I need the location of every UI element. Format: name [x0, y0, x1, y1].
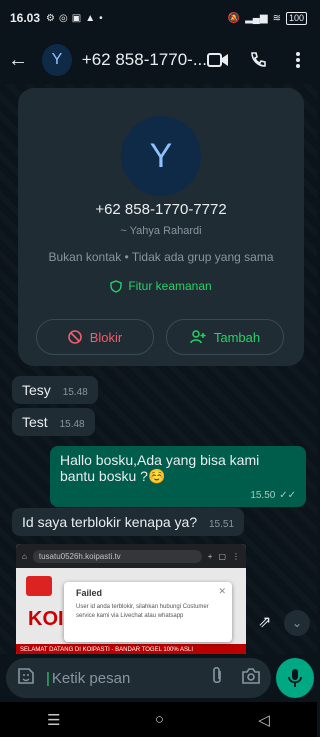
settings-icon: ⚙ — [46, 12, 55, 24]
sticker-icon[interactable] — [16, 666, 36, 691]
message-bubble-outgoing[interactable]: Hallo bosku,Ada yang bisa kami bantu bos… — [50, 446, 306, 507]
menu-icon: ⋮ — [232, 551, 240, 561]
contact-info: Bukan kontak • Tidak ada grup yang sama — [48, 250, 274, 264]
message-text: Tesy — [22, 382, 51, 398]
video-call-icon[interactable] — [207, 49, 229, 71]
recent-apps-icon[interactable]: ☰ — [47, 711, 60, 729]
message-time: 15.50 — [250, 490, 276, 501]
security-label: Fitur keamanan — [128, 279, 212, 293]
message-bubble[interactable]: Test 15.48 — [12, 408, 95, 436]
whatsapp-icon: ◎ — [59, 12, 68, 24]
message-time: 15.51 — [209, 519, 235, 530]
composer: Ketik pesan — [0, 654, 317, 702]
read-ticks-icon: ✓✓ — [279, 490, 296, 501]
home-icon: ⌂ — [22, 551, 27, 561]
block-icon — [67, 330, 82, 344]
forward-icon[interactable]: ⇗ — [258, 612, 278, 632]
message-text: Hallo bosku,Ada yang bisa kami bantu bos… — [60, 452, 260, 484]
tabs-icon: ▢ — [218, 551, 226, 561]
phone-call-icon[interactable] — [247, 49, 269, 71]
mic-button[interactable] — [276, 658, 314, 698]
attach-icon[interactable] — [211, 666, 223, 691]
add-label: Tambah — [213, 329, 261, 345]
scroll-down-icon[interactable]: ⌄ — [284, 610, 310, 636]
message-bubble[interactable]: Id saya terblokir kenapa ya? 15.51 — [12, 508, 245, 536]
message-placeholder: Ketik pesan — [46, 670, 211, 687]
home-button-icon[interactable]: ○ — [155, 711, 164, 728]
browser-bar: ⌂ tusatu0526h.koipasti.tv + ▢ ⋮ — [16, 544, 246, 568]
avatar[interactable]: Y — [42, 44, 72, 76]
image-message[interactable]: ⌂ tusatu0526h.koipasti.tv + ▢ ⋮ KOI SELA… — [16, 544, 246, 654]
contact-push-name: ~ Yahya Rahardi — [120, 225, 202, 237]
message-text: Id saya terblokir kenapa ya? — [22, 514, 198, 530]
shield-icon — [110, 279, 123, 293]
add-contact-button[interactable]: Tambah — [166, 319, 284, 355]
message-time: 15.48 — [62, 387, 88, 398]
contact-avatar[interactable]: Y — [121, 116, 201, 196]
message-bubble[interactable]: Tesy 15.48 — [12, 376, 98, 404]
notification-icons: ⚙ ◎ ▣ ▲ • — [46, 13, 103, 24]
back-arrow-icon[interactable]: ← — [8, 49, 30, 72]
dialog-title: Failed — [76, 588, 103, 598]
message-input[interactable]: Ketik pesan — [6, 658, 271, 698]
close-icon: ✕ — [218, 586, 226, 596]
status-time: 16.03 — [10, 11, 41, 25]
message-text: Test — [22, 414, 48, 430]
camera-icon[interactable] — [241, 667, 261, 690]
mute-icon: 🔕 — [227, 12, 241, 24]
website-preview: KOI SELAMAT DATANG DI KOIPASTI - BANDAR … — [16, 568, 246, 654]
contact-phone: +62 858-1770-7772 — [95, 201, 227, 218]
dialog-text: User id anda terblokir, silahkan hubungi… — [76, 604, 209, 619]
dot-icon: • — [99, 12, 103, 24]
block-label: Blokir — [89, 329, 123, 345]
chat-area[interactable]: Y +62 858-1770-7772 ~ Yahya Rahardi Buka… — [0, 84, 317, 654]
site-banner: SELAMAT DATANG DI KOIPASTI - BANDAR TOGE… — [16, 644, 246, 654]
failed-dialog: ✕ Failed User id anda terblokir, silahka… — [64, 582, 232, 642]
image-icon: ▣ — [71, 12, 82, 24]
wifi-icon: ≋ — [272, 12, 281, 24]
system-nav-bar: ☰ ○ ◁ — [0, 702, 317, 737]
site-brand: KOI — [28, 608, 64, 630]
block-button[interactable]: Blokir — [36, 319, 154, 355]
signal-icon: ▂▄▆ — [245, 12, 268, 24]
new-tab-icon: + — [207, 551, 213, 561]
chat-header: ← Y +62 858-1770-... — [0, 36, 317, 84]
site-logo — [26, 576, 52, 596]
security-link[interactable]: Fitur keamanan — [18, 279, 304, 293]
contact-info-card: Y +62 858-1770-7772 ~ Yahya Rahardi Buka… — [18, 88, 304, 366]
message-time: 15.48 — [59, 419, 85, 430]
status-bar: 16.03 ⚙ ◎ ▣ ▲ • 🔕 ▂▄▆ ≋ 100 — [0, 0, 317, 36]
browser-url: tusatu0526h.koipasti.tv — [32, 549, 202, 563]
mic-icon — [288, 669, 302, 687]
battery-icon: 100 — [285, 11, 307, 25]
warning-icon: ▲ — [85, 12, 96, 24]
add-person-icon — [190, 330, 206, 344]
chat-title[interactable]: +62 858-1770-... — [82, 50, 207, 70]
more-options-icon[interactable] — [287, 49, 309, 71]
back-button-icon[interactable]: ◁ — [258, 711, 270, 729]
